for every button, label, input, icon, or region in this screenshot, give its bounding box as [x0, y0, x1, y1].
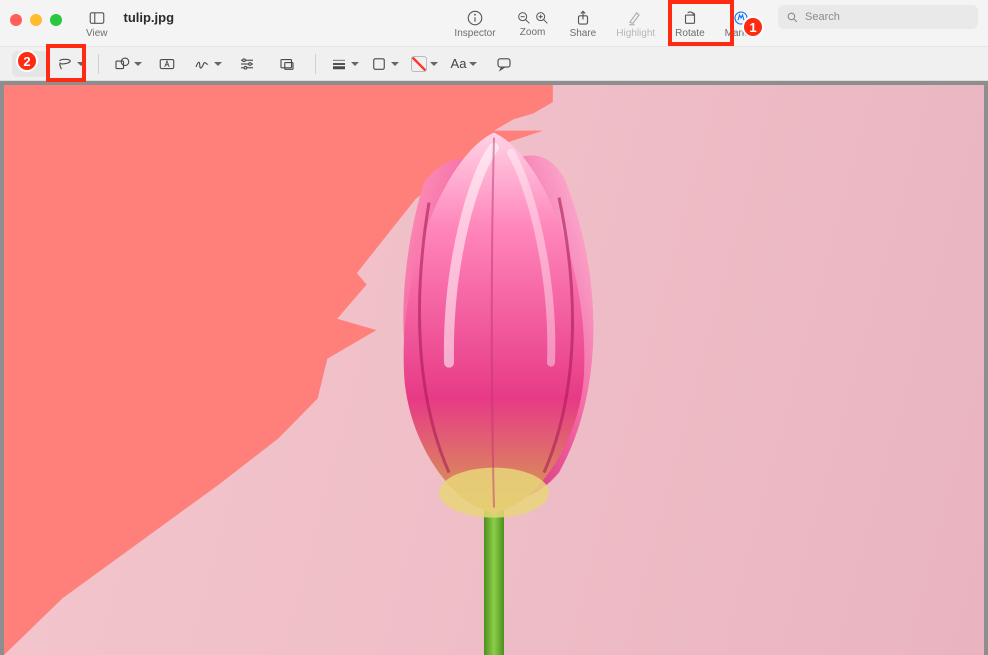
zoom-in-icon	[534, 10, 550, 26]
zoom-out-icon	[516, 10, 532, 26]
document-title: tulip.jpg	[124, 10, 175, 25]
fill-color-tool[interactable]	[406, 51, 442, 77]
sidebar-icon	[88, 9, 106, 27]
share-icon	[574, 9, 592, 27]
view-menu-button[interactable]: View	[76, 0, 118, 47]
image-canvas[interactable]	[4, 85, 984, 655]
fullscreen-window-button[interactable]	[50, 14, 62, 26]
search-icon	[786, 11, 799, 24]
border-color-icon	[370, 55, 388, 73]
share-label: Share	[570, 28, 597, 39]
window-controls	[10, 14, 62, 26]
zoom-label: Zoom	[520, 27, 546, 38]
zoom-icons	[516, 10, 550, 26]
text-tool[interactable]	[149, 51, 185, 77]
signature-icon	[193, 55, 211, 73]
tulip-image-subject	[279, 112, 709, 655]
search-field[interactable]: Search	[778, 5, 978, 29]
markup-label: Markup	[725, 28, 758, 39]
markup-button[interactable]: Markup	[715, 0, 768, 47]
fill-color-swatch	[411, 56, 427, 72]
rotate-button[interactable]: Rotate	[665, 0, 714, 47]
adjust-size-tool[interactable]	[269, 51, 305, 77]
separator	[315, 54, 316, 74]
titlebar: View tulip.jpg Inspector Zoom Share High…	[0, 0, 988, 47]
border-color-tool[interactable]	[366, 51, 402, 77]
separator	[98, 54, 99, 74]
highlight-button: Highlight	[606, 0, 665, 47]
view-label: View	[86, 28, 108, 39]
shape-style-tool[interactable]	[326, 51, 362, 77]
close-window-button[interactable]	[10, 14, 22, 26]
highlight-label: Highlight	[616, 28, 655, 39]
markup-icon	[732, 9, 750, 27]
instant-alpha-tool[interactable]	[12, 51, 48, 77]
markup-toolbar: Aa	[0, 47, 988, 81]
adjust-color-tool[interactable]	[229, 51, 265, 77]
search-placeholder: Search	[805, 11, 840, 23]
share-button[interactable]: Share	[560, 0, 607, 47]
lasso-icon	[56, 55, 74, 73]
inspector-label: Inspector	[454, 28, 495, 39]
highlighter-icon	[627, 9, 645, 27]
selection-tool[interactable]	[52, 51, 88, 77]
text-style-tool[interactable]: Aa	[446, 51, 482, 77]
inspector-button[interactable]: Inspector	[444, 0, 505, 47]
shapes-tool[interactable]	[109, 51, 145, 77]
rotate-icon	[681, 9, 699, 27]
zoom-button-group[interactable]: Zoom	[506, 0, 560, 47]
line-weight-icon	[330, 55, 348, 73]
shapes-icon	[113, 55, 131, 73]
sign-tool[interactable]	[189, 51, 225, 77]
sliders-icon	[238, 55, 256, 73]
annotate-tool[interactable]	[486, 51, 522, 77]
rotate-label: Rotate	[675, 28, 704, 39]
canvas-frame	[0, 81, 988, 655]
text-box-icon	[158, 55, 176, 73]
speech-bubble-icon	[495, 55, 513, 73]
instant-alpha-icon	[21, 55, 39, 73]
minimize-window-button[interactable]	[30, 14, 42, 26]
resize-icon	[278, 55, 296, 73]
info-icon	[466, 9, 484, 27]
